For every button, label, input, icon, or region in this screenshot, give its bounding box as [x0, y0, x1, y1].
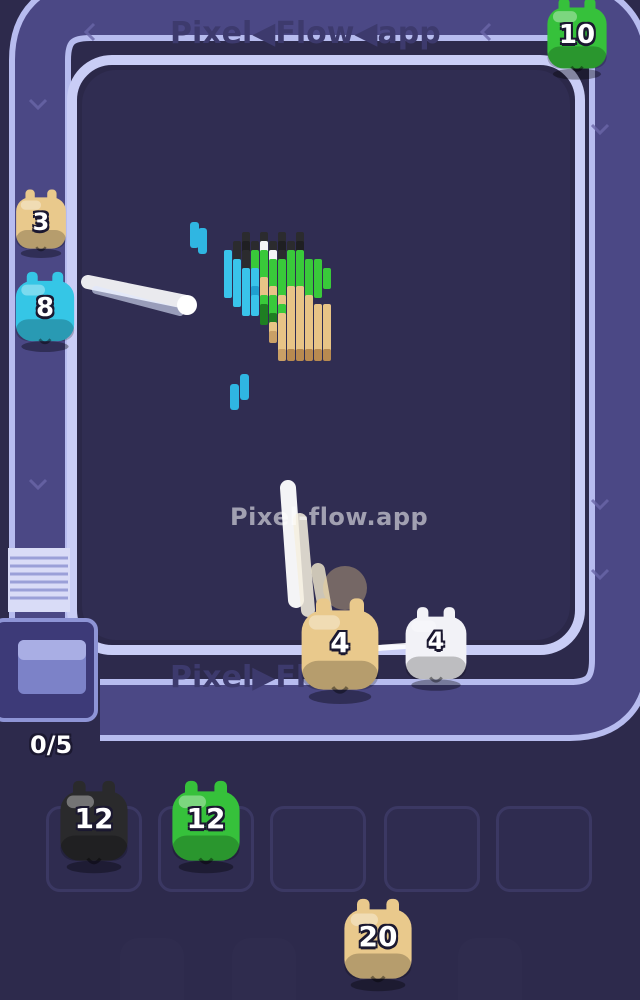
pixel-block: [240, 374, 249, 400]
bench-slot-1: [120, 938, 184, 1000]
track-watermark-top: Pixel◀Flow◀app: [170, 16, 441, 51]
bench-slot-4: [458, 938, 522, 1000]
game-stage: Pixel◀Flow◀app Pixel▶Flow Pixel-flow.app…: [0, 0, 640, 1000]
queue-slot-5[interactable]: [496, 806, 592, 892]
shooter-count: 4: [427, 626, 445, 655]
cream-shooter: 3: [6, 188, 76, 258]
pixel-block: [190, 222, 199, 248]
watermark-text: Pixel-flow.app: [230, 503, 429, 531]
queue-shooter-2[interactable]: 12: [164, 772, 248, 880]
pixel-block: [198, 228, 207, 254]
queue-slot-3[interactable]: [270, 806, 366, 892]
pixel-block: [287, 349, 295, 361]
shooter-count: 10: [558, 19, 596, 50]
cyan-shooter: 8: [6, 270, 84, 352]
queue-counter: 0/5: [30, 731, 73, 759]
pixel-block: [323, 277, 331, 289]
pixel-block: [269, 331, 277, 343]
pixel-block: [251, 304, 259, 316]
pixel-block: [278, 349, 286, 361]
pixel-block: [314, 349, 322, 361]
white-shooter-bottom: 4: [398, 600, 474, 696]
queue-slot-4[interactable]: [384, 806, 480, 892]
shooter-count: 20: [358, 920, 398, 953]
pixel-block: [314, 286, 322, 298]
shooter-count: 12: [74, 802, 114, 835]
pixel-block: [230, 384, 239, 410]
pixel-block: [323, 349, 331, 361]
green-shooter-corner: 10: [540, 0, 614, 80]
pixel-block: [224, 286, 232, 298]
shooter-count: 4: [330, 626, 350, 660]
pixel-block: [296, 349, 304, 361]
shooter-count: 8: [35, 292, 55, 323]
shooter-count: 12: [186, 802, 226, 835]
queue-shooter-1[interactable]: 12: [52, 772, 136, 880]
pixel-block: [260, 313, 268, 325]
pixel-block: [305, 349, 313, 361]
pixel-block: [233, 295, 241, 307]
bench-slot-2: [232, 938, 296, 1000]
shooter-count: 3: [32, 207, 50, 236]
pixel-block: [242, 304, 250, 316]
cream-shooter-bottom: 4: [292, 596, 388, 704]
next-shooter[interactable]: 20: [336, 890, 420, 998]
